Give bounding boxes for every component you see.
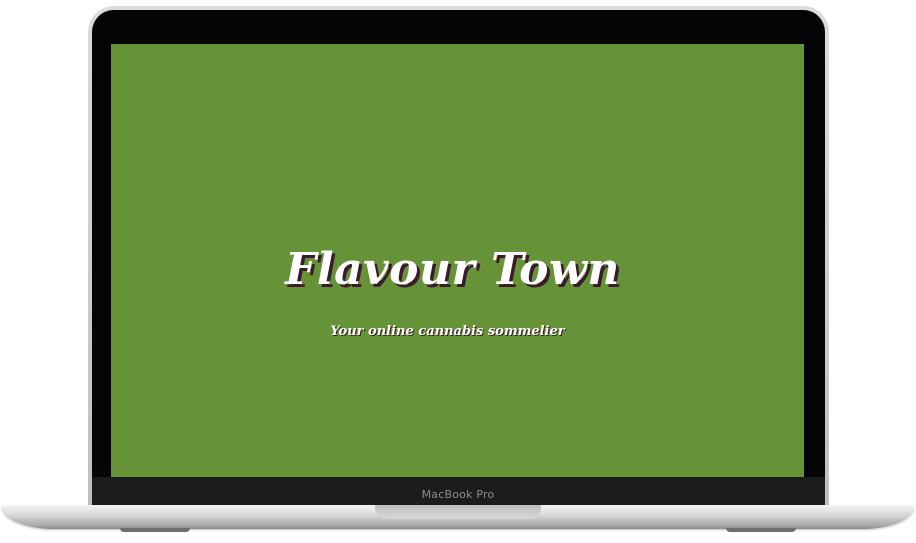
laptop-foot-right xyxy=(726,528,796,532)
laptop-screen: Flavour Town Your online cannabis sommel… xyxy=(111,44,804,477)
site-tagline: Your online cannabis sommelier xyxy=(330,324,565,339)
laptop-foot-left xyxy=(120,528,190,532)
site-title: Flavour Town xyxy=(285,244,620,295)
lid-opening-notch xyxy=(375,505,541,519)
laptop-mockup: MacBook Pro Flavour Town Your online can… xyxy=(0,0,916,543)
device-brand-label: MacBook Pro xyxy=(421,488,495,501)
